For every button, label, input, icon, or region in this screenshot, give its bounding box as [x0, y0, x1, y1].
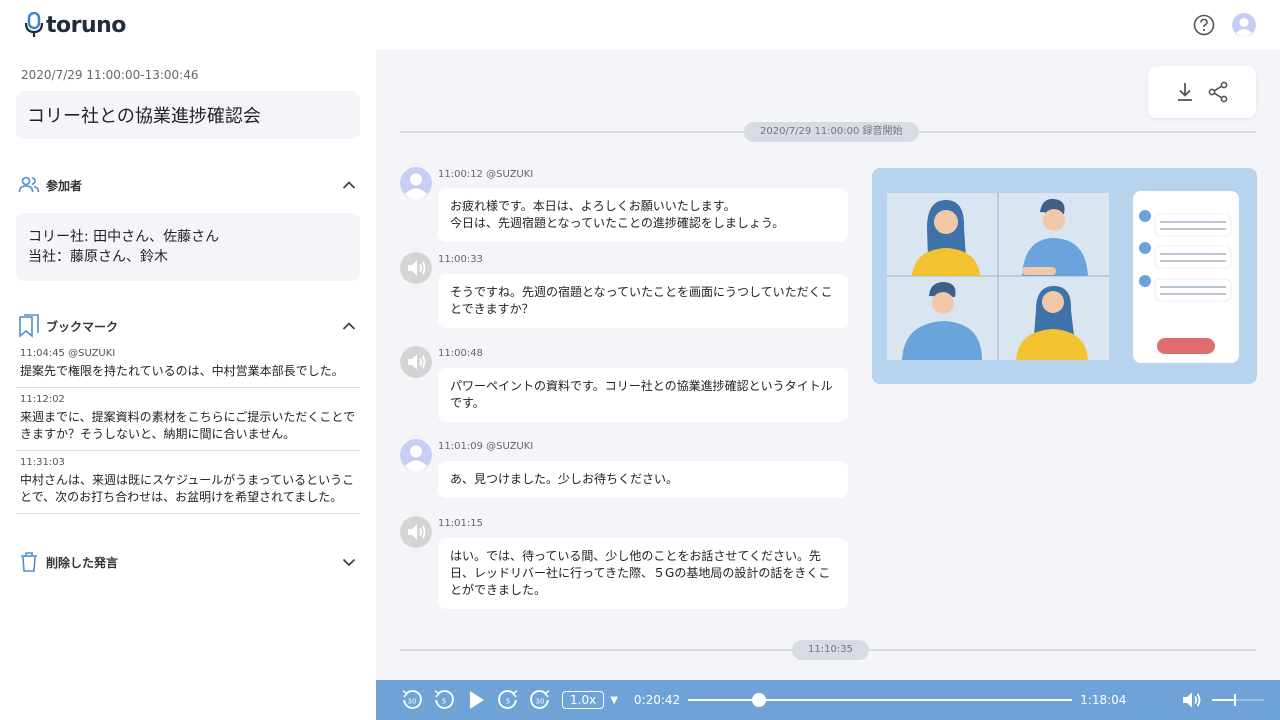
- play-icon[interactable]: [464, 688, 488, 712]
- rewind-5-icon[interactable]: 5: [432, 688, 456, 712]
- message-meta: 11:00:48: [438, 348, 483, 359]
- download-icon[interactable]: [1175, 81, 1195, 103]
- message: 11:00:48 パワーペイントの資料です。コリー社との協業進捗確認というタイト…: [400, 346, 850, 426]
- message: 11:00:33 そうですね。先週の宿題となっていたことを画面にうつしていただく…: [400, 252, 850, 332]
- tool-card: [1148, 66, 1256, 118]
- trash-icon: [21, 552, 37, 572]
- volume-icon[interactable]: [1180, 688, 1204, 712]
- recording-start-marker: 2020/7/29 11:00:00 録音開始: [744, 122, 919, 142]
- current-time: 0:20:42: [633, 693, 681, 707]
- seek-handle[interactable]: [752, 693, 767, 707]
- help-icon[interactable]: [1192, 13, 1216, 37]
- bookmark-time: 11:31:03: [20, 457, 65, 468]
- chevron-down-icon[interactable]: ▼: [610, 695, 618, 706]
- bookmark-item[interactable]: 11:04:45 @SUZUKI 提案先で権限を持たれているのは、中村営業本部長…: [16, 342, 360, 388]
- participants-line: 当社：藤原さん、鈴木: [28, 249, 168, 265]
- user-avatar-icon: [400, 439, 432, 471]
- video-call-illustration: [887, 191, 1239, 363]
- forward-30-icon[interactable]: 30: [528, 688, 552, 712]
- participants-box: コリー社: 田中さん、佐藤さん 当社：藤原さん、鈴木: [16, 213, 360, 281]
- svg-text:30: 30: [408, 698, 417, 706]
- people-icon: [18, 176, 40, 193]
- svg-text:5: 5: [442, 698, 446, 706]
- user-avatar-icon[interactable]: [1232, 13, 1256, 37]
- meeting-date: 2020/7/29 11:00:00-13:00:46: [21, 68, 199, 82]
- audio-player: 30 5 5 30 1.0x ▼ 0:20:42 1:18:04: [376, 680, 1280, 720]
- chevron-down-icon[interactable]: [342, 557, 356, 567]
- speaker-avatar-icon: [400, 252, 432, 284]
- bookmark-text: 来週までに、提案資料の素材をこちらにご提示いただくことできますか？そうしないと、…: [20, 410, 356, 441]
- meeting-title: コリー社との協業進捗確認会: [27, 106, 261, 127]
- message-meta: 11:01:09 @SUZUKI: [438, 441, 534, 452]
- message-bubble[interactable]: そうですね。先週の宿題となっていたことを画面にうつしていただくことできますか？: [438, 274, 848, 328]
- chevron-up-icon[interactable]: [342, 180, 356, 190]
- share-icon[interactable]: [1207, 81, 1229, 103]
- message-bubble[interactable]: あ、見つけました。少しお待ちください。: [438, 461, 848, 498]
- message-bubble[interactable]: お疲れ様です。本日は、よろしくお願いいたします。 今日は、先週宿題となっていたこ…: [438, 188, 848, 242]
- rewind-30-icon[interactable]: 30: [400, 688, 424, 712]
- shared-screen-illustration[interactable]: [872, 168, 1257, 384]
- volume-fill: [1212, 699, 1236, 701]
- bookmark-icon: [19, 314, 39, 338]
- bookmark-item[interactable]: 11:12:02 来週までに、提案資料の素材をこちらにご提示いただくことできます…: [16, 388, 360, 451]
- logo-text: toruno: [46, 12, 126, 38]
- transcript-area: 2020/7/29 11:00:00 録音開始 11:00:12 @SUZUKI…: [376, 50, 1280, 680]
- message-meta: 11:01:15: [438, 518, 483, 529]
- seek-bar[interactable]: [688, 693, 1073, 707]
- deleted-label: 削除した発言: [46, 555, 119, 570]
- bookmark-item[interactable]: 11:31:03 中村さんは、来週は既にスケジュールがうまっているということで、…: [16, 451, 360, 514]
- total-time: 1:18:04: [1080, 693, 1127, 707]
- bookmark-text: 中村さんは、来週は既にスケジュールがうまっているということで、次のお打ち合わせは…: [20, 473, 355, 504]
- bookmark-text: 提案先で権限を持たれているのは、中村営業本部長でした。: [20, 364, 344, 378]
- message: 11:01:15 はい。では、待っている間、少し他のことをお話させてください。先…: [400, 516, 850, 616]
- message-bubble[interactable]: はい。では、待っている間、少し他のことをお話させてください。先日、レッドリバー社…: [438, 538, 848, 609]
- meeting-title-box: コリー社との協業進捗確認会: [16, 91, 360, 139]
- microphone-logo-icon: [24, 12, 44, 37]
- svg-text:30: 30: [536, 698, 545, 706]
- user-avatar-icon: [400, 167, 432, 199]
- time-marker: 11:10:35: [792, 640, 869, 660]
- message: 11:01:09 @SUZUKI あ、見つけました。少しお待ちください。: [400, 439, 850, 503]
- speaker-avatar-icon: [400, 346, 432, 378]
- bookmark-list: 11:04:45 @SUZUKI 提案先で権限を持たれているのは、中村営業本部長…: [16, 342, 360, 514]
- message: 11:00:12 @SUZUKI お疲れ様です。本日は、よろしくお願いいたします…: [400, 167, 850, 247]
- message-meta: 11:00:33: [438, 254, 483, 265]
- volume-handle[interactable]: [1234, 694, 1237, 706]
- bookmarks-label: ブックマーク: [46, 319, 119, 334]
- participants-line: コリー社: 田中さん、佐藤さん: [28, 229, 220, 245]
- playback-speed-select[interactable]: 1.0x: [562, 691, 605, 709]
- chevron-up-icon[interactable]: [342, 321, 356, 331]
- logo[interactable]: toruno: [24, 12, 126, 38]
- bookmarks-header[interactable]: ブックマーク: [16, 314, 360, 338]
- svg-text:5: 5: [506, 698, 510, 706]
- bookmark-time: 11:04:45 @SUZUKI: [20, 348, 116, 359]
- deleted-header[interactable]: 削除した発言: [16, 550, 360, 574]
- speaker-avatar-icon: [400, 516, 432, 548]
- bookmark-time: 11:12:02: [20, 394, 65, 405]
- message-meta: 11:00:12 @SUZUKI: [438, 169, 534, 180]
- volume-slider[interactable]: [1212, 694, 1264, 706]
- app-header: toruno: [0, 0, 1280, 50]
- participants-label: 参加者: [46, 178, 83, 193]
- message-bubble[interactable]: パワーペイントの資料です。コリー社との協業進捗確認というタイトルです。: [438, 368, 848, 422]
- forward-5-icon[interactable]: 5: [496, 688, 520, 712]
- participants-header[interactable]: 参加者: [16, 173, 360, 197]
- sidebar: 2020/7/29 11:00:00-13:00:46 コリー社との協業進捗確認…: [0, 50, 376, 720]
